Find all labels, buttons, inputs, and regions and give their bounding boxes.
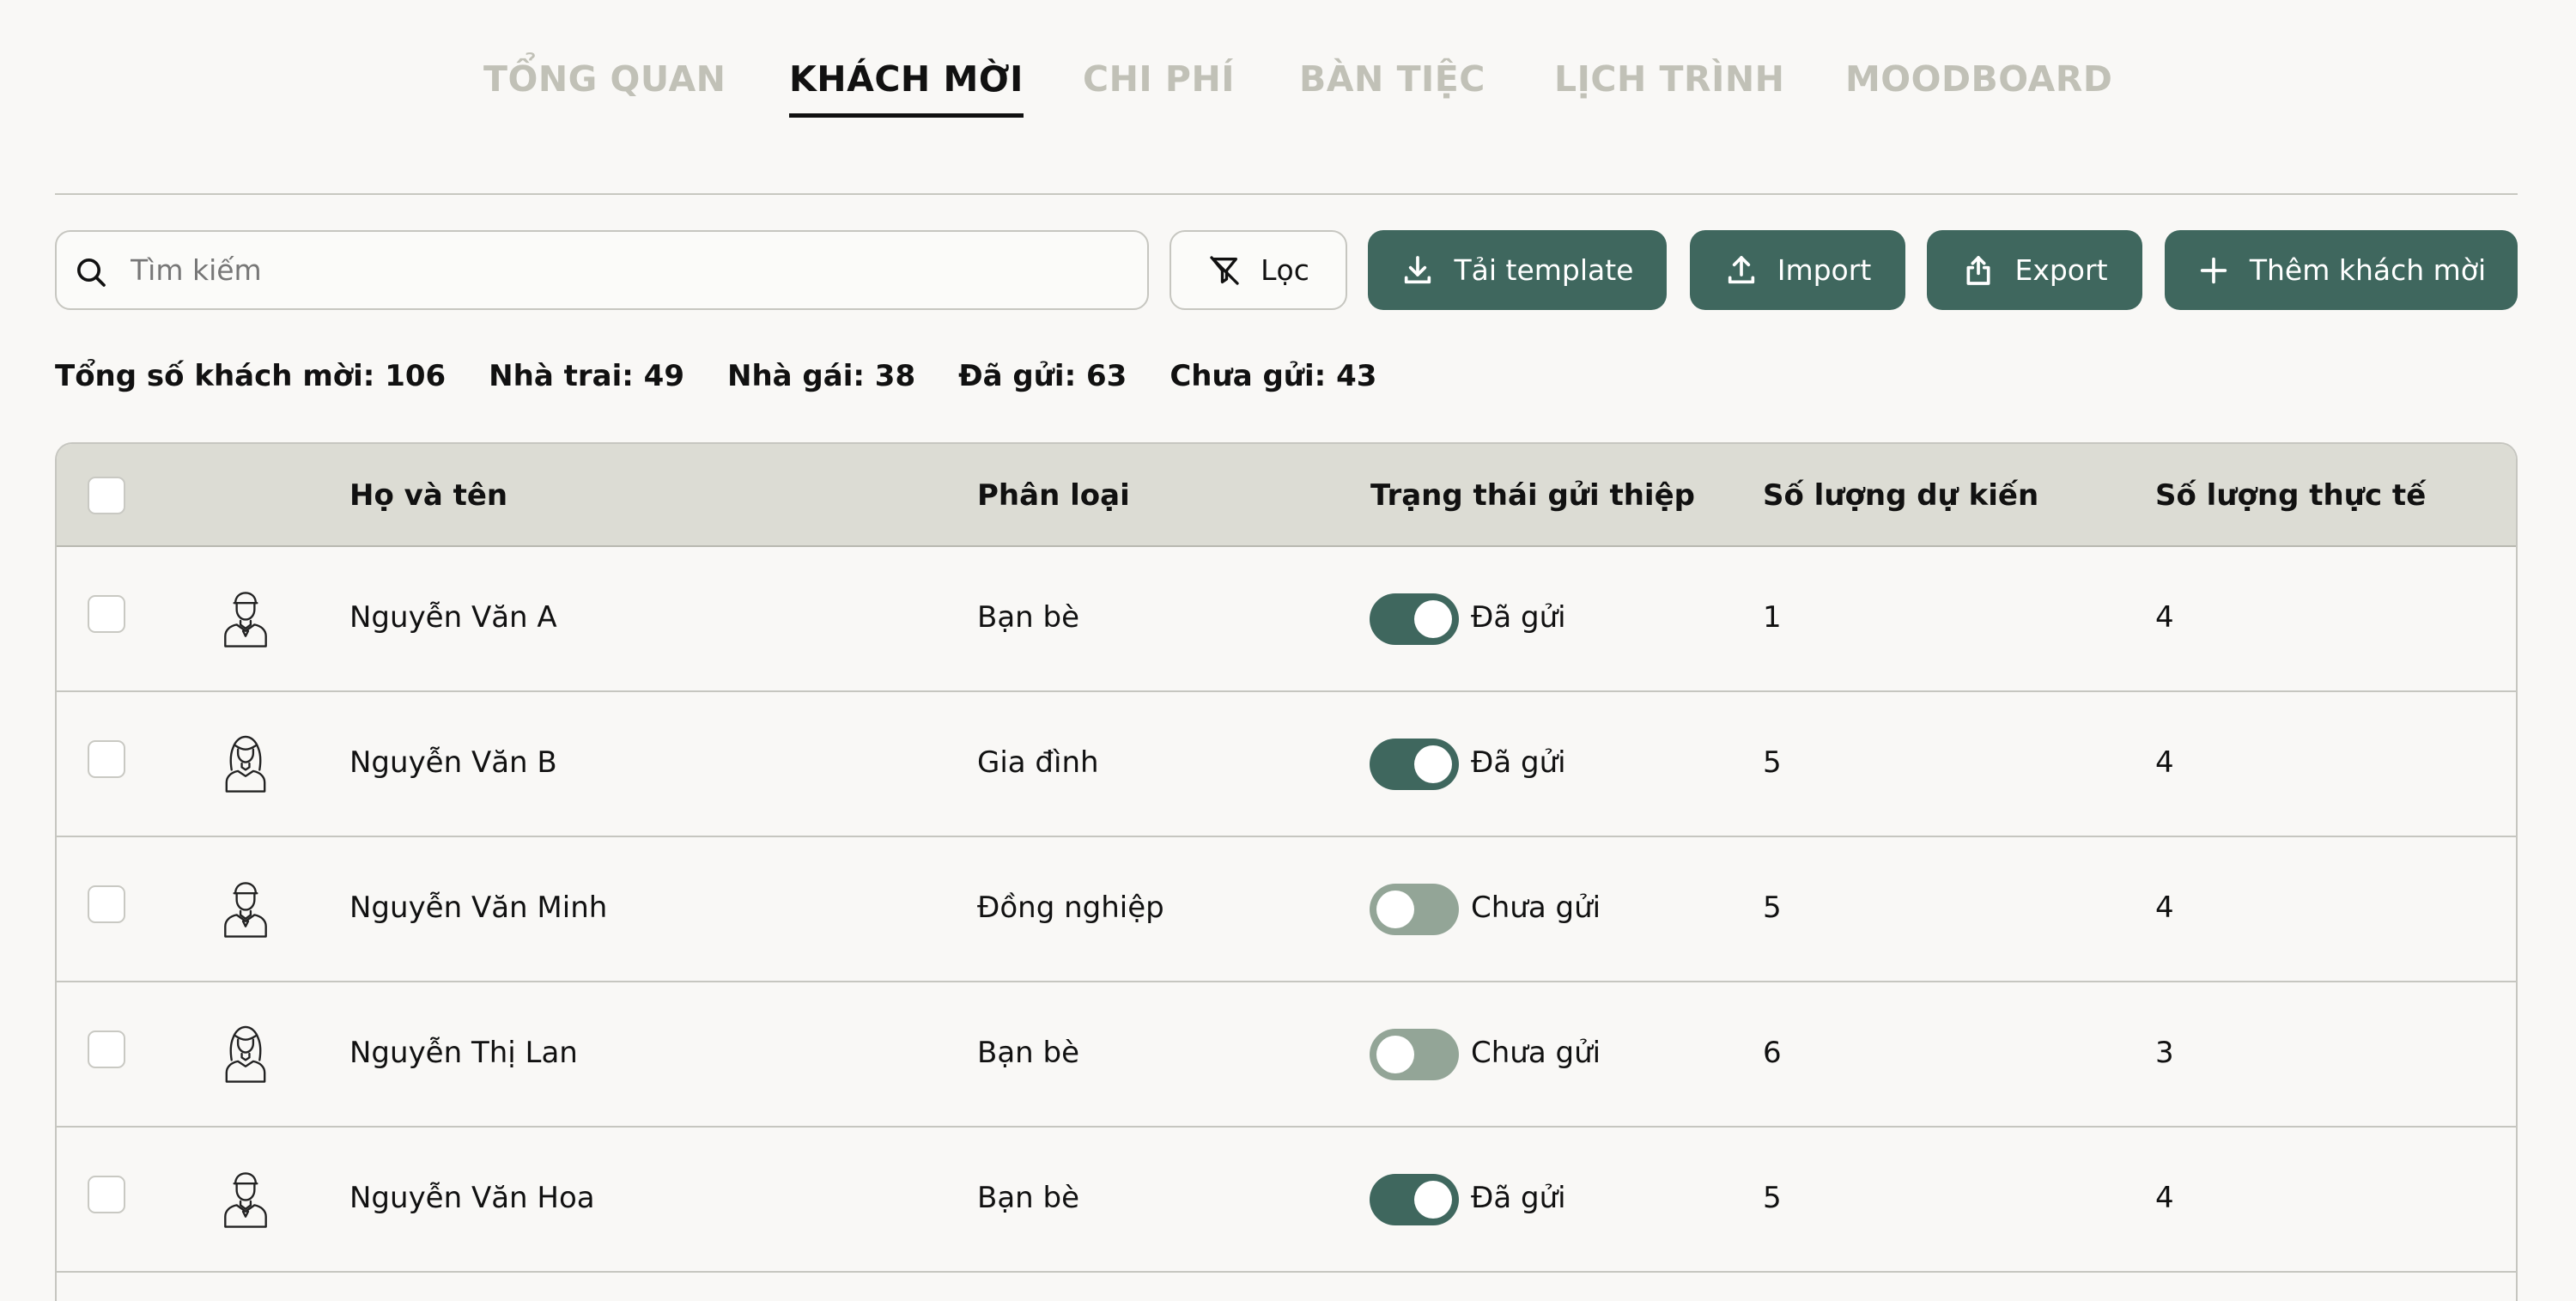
invite-toggle[interactable] bbox=[1370, 1174, 1459, 1225]
toggle-knob bbox=[1376, 1036, 1414, 1073]
download-template-label: Tải template bbox=[1454, 253, 1634, 287]
guest-table: Họ và tên Phân loại Trạng thái gửi thiệp… bbox=[55, 442, 2518, 1301]
bride-avatar-icon bbox=[225, 1025, 266, 1083]
download-icon bbox=[1405, 255, 1431, 283]
tab-label: LỊCH TRÌNH bbox=[1554, 58, 1785, 100]
tab-schedule[interactable]: LỊCH TRÌNH bbox=[1554, 58, 1784, 100]
tab-label: BÀN TIỆC bbox=[1299, 58, 1485, 100]
actual-count: 4 bbox=[2155, 891, 2174, 925]
toggle-knob bbox=[1414, 745, 1452, 783]
search-box bbox=[55, 230, 1149, 310]
table-row[interactable]: Nguyễn Văn Hoa Bạn bè Đã gửi 5 4 bbox=[57, 1128, 2516, 1273]
invite-status-label: Chưa gửi bbox=[1471, 1036, 1601, 1070]
share-icon bbox=[1966, 255, 1990, 285]
import-button-label: Import bbox=[1777, 253, 1872, 287]
guest-category: Bạn bè bbox=[977, 1181, 1080, 1215]
expected-count: 6 bbox=[1763, 1036, 1782, 1070]
stat-total: Tổng số khách mời: 106 bbox=[55, 359, 447, 393]
tab-label: KHÁCH MỜI bbox=[789, 58, 1024, 100]
stat-not-sent: Chưa gửi: 43 bbox=[1170, 359, 1377, 393]
filter-button-label: Lọc bbox=[1261, 253, 1309, 287]
guest-name: Nguyễn Thị Lan bbox=[349, 1036, 578, 1070]
row-checkbox[interactable] bbox=[88, 595, 125, 633]
row-checkbox[interactable] bbox=[88, 1030, 125, 1068]
active-tab-underline bbox=[789, 113, 1024, 118]
guest-category: Đồng nghiệp bbox=[977, 891, 1164, 925]
invite-toggle[interactable] bbox=[1370, 593, 1459, 645]
guest-category: Gia đình bbox=[977, 745, 1099, 780]
groom-avatar-icon bbox=[224, 882, 267, 938]
toggle-knob bbox=[1414, 600, 1452, 638]
tabs-divider bbox=[55, 193, 2518, 195]
stat-sent: Đã gửi: 63 bbox=[958, 359, 1127, 393]
export-button[interactable]: Export bbox=[1927, 230, 2142, 310]
export-button-label: Export bbox=[2014, 253, 2108, 287]
table-header: Họ và tên Phân loại Trạng thái gửi thiệp… bbox=[57, 444, 2516, 547]
toggle-knob bbox=[1414, 1181, 1452, 1219]
actual-count: 3 bbox=[2155, 1036, 2174, 1070]
invite-toggle[interactable] bbox=[1370, 884, 1459, 935]
expected-count: 5 bbox=[1763, 1181, 1782, 1215]
row-checkbox[interactable] bbox=[88, 1176, 125, 1213]
guest-category: Bạn bè bbox=[977, 1036, 1080, 1070]
header-expected-count[interactable]: Số lượng dự kiến bbox=[1763, 478, 2038, 513]
header-invite-status[interactable]: Trạng thái gửi thiệp bbox=[1370, 478, 1695, 513]
actual-count: 4 bbox=[2155, 1181, 2174, 1215]
guest-category: Bạn bè bbox=[977, 600, 1080, 635]
toggle-knob bbox=[1376, 891, 1414, 928]
row-checkbox[interactable] bbox=[88, 885, 125, 923]
expected-count: 5 bbox=[1763, 891, 1782, 925]
guest-name: Nguyễn Văn Hoa bbox=[349, 1181, 595, 1215]
groom-avatar-icon bbox=[224, 1172, 267, 1228]
expected-count: 1 bbox=[1763, 600, 1782, 635]
invite-status-label: Chưa gửi bbox=[1471, 891, 1601, 925]
stat-bride-side: Nhà gái: 38 bbox=[726, 359, 916, 393]
invite-status-label: Đã gửi bbox=[1471, 600, 1566, 635]
guest-name: Nguyễn Văn A bbox=[349, 600, 557, 635]
invite-status-label: Đã gửi bbox=[1471, 1181, 1566, 1215]
upload-icon bbox=[1728, 255, 1754, 283]
guest-name: Nguyễn Văn B bbox=[349, 745, 557, 780]
bride-avatar-icon bbox=[225, 735, 266, 793]
table-row[interactable]: Nguyễn Văn A Bạn bè Đã gửi 1 4 bbox=[57, 547, 2516, 692]
invite-toggle[interactable] bbox=[1370, 1029, 1459, 1080]
tab-tables[interactable]: BÀN TIỆC bbox=[1299, 58, 1485, 100]
actual-count: 4 bbox=[2155, 745, 2174, 780]
tab-label: CHI PHÍ bbox=[1083, 58, 1236, 100]
tab-moodboard[interactable]: MOODBOARD bbox=[1845, 58, 2112, 100]
header-category[interactable]: Phân loại bbox=[977, 478, 1130, 513]
add-guest-button[interactable]: Thêm khách mời bbox=[2165, 230, 2518, 310]
header-name[interactable]: Họ và tên bbox=[349, 478, 507, 513]
row-checkbox[interactable] bbox=[88, 740, 125, 778]
main-tabs: TỔNG QUAN KHÁCH MỜI CHI PHÍ BÀN TIỆC LỊC… bbox=[0, 58, 2576, 127]
guest-name: Nguyễn Văn Minh bbox=[349, 891, 608, 925]
select-all-checkbox[interactable] bbox=[88, 477, 125, 514]
search-input[interactable] bbox=[129, 232, 1133, 308]
table-row[interactable]: Nguyễn Văn Minh Đồng nghiệp Chưa gửi 5 4 bbox=[57, 837, 2516, 982]
tab-guests[interactable]: KHÁCH MỜI bbox=[789, 58, 1024, 118]
expected-count: 5 bbox=[1763, 745, 1782, 780]
filter-off-icon bbox=[1210, 255, 1239, 285]
table-row[interactable]: Nguyễn Thị Lan Bạn bè Chưa gửi 6 3 bbox=[57, 982, 2516, 1128]
tab-overview[interactable]: TỔNG QUAN bbox=[483, 58, 726, 100]
tab-costs[interactable]: CHI PHÍ bbox=[1083, 58, 1235, 100]
table-row[interactable]: Nguyễn Văn B Gia đình Đã gửi 5 4 bbox=[57, 692, 2516, 837]
groom-avatar-icon bbox=[224, 592, 267, 647]
download-template-button[interactable]: Tải template bbox=[1368, 230, 1667, 310]
invite-toggle[interactable] bbox=[1370, 739, 1459, 790]
search-icon bbox=[77, 258, 106, 287]
guest-stats: Tổng số khách mời: 106 Nhà trai: 49 Nhà … bbox=[55, 359, 1376, 397]
header-actual-count[interactable]: Số lượng thực tế bbox=[2155, 478, 2426, 513]
plus-icon bbox=[2200, 257, 2227, 283]
tab-label: MOODBOARD bbox=[1845, 58, 2113, 100]
add-guest-button-label: Thêm khách mời bbox=[2249, 253, 2487, 287]
stat-groom-side: Nhà trai: 49 bbox=[489, 359, 684, 393]
actual-count: 4 bbox=[2155, 600, 2174, 635]
import-button[interactable]: Import bbox=[1690, 230, 1905, 310]
tab-label: TỔNG QUAN bbox=[483, 58, 726, 100]
filter-button[interactable]: Lọc bbox=[1170, 230, 1347, 310]
invite-status-label: Đã gửi bbox=[1471, 745, 1566, 780]
